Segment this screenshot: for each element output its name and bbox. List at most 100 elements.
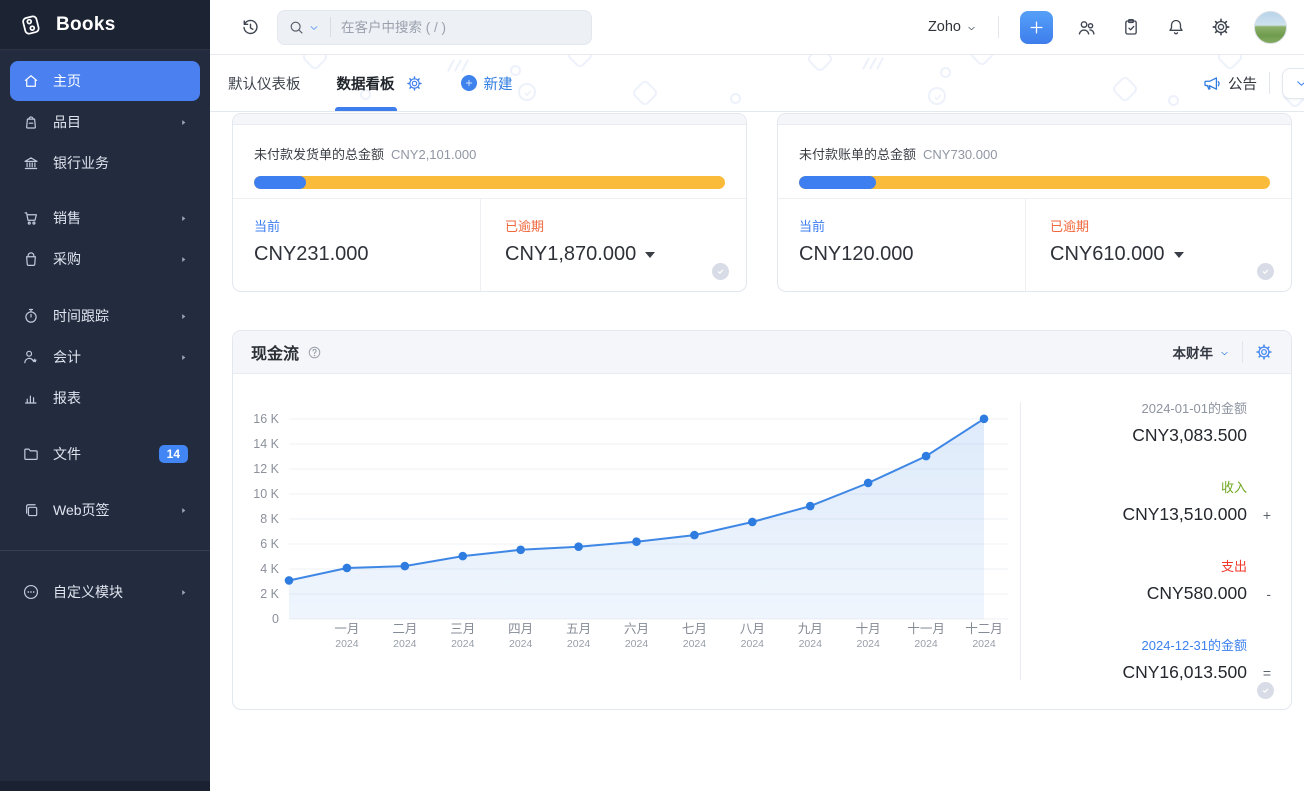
svg-text:2024: 2024 — [567, 638, 591, 650]
card-total-amount: CNY730.000 — [923, 147, 997, 162]
tab-default-dashboard[interactable]: 默认仪表板 — [226, 55, 303, 111]
dashboard-configure-icon[interactable] — [406, 75, 423, 92]
help-icon[interactable] — [307, 345, 322, 360]
unpaid-invoices-card: 未付款发货单的总金额 CNY2,101.000 当前 CNY231.000 已逾… — [232, 113, 747, 292]
clipboard-check-icon — [1121, 17, 1141, 37]
svg-text:2024: 2024 — [741, 638, 765, 650]
items-icon — [22, 113, 40, 131]
overdue-column: 已逾期 CNY1,870.000 — [480, 199, 746, 291]
incoming-label: 收入 — [1023, 477, 1247, 496]
organization-label: Zoho — [928, 19, 961, 35]
svg-text:10 K: 10 K — [253, 487, 279, 501]
sidebar-item-label: 银行业务 — [53, 153, 109, 173]
sidebar-item-label: 文件 — [53, 444, 81, 464]
notifications-button[interactable] — [1164, 15, 1188, 39]
overdue-breakdown-caret-icon[interactable] — [645, 252, 655, 258]
history-icon — [240, 17, 261, 38]
sidebar-item-label: 主页 — [53, 71, 81, 91]
sidebar-item-time-tracking[interactable]: 时间跟踪 — [10, 296, 200, 336]
search-scope-chevron-icon[interactable] — [308, 22, 320, 34]
search-icon — [288, 19, 305, 36]
organization-dropdown[interactable]: Zoho — [928, 19, 977, 35]
current-label: 当前 — [799, 216, 1025, 235]
settings-button[interactable] — [1209, 15, 1233, 39]
card-header — [233, 114, 746, 125]
cash-flow-card: 现金流 本财年 02 K4 K6 K8 K10 K12 K14 K16 K一月2… — [232, 330, 1292, 710]
opening-balance-row: 2024-01-01的金额 CNY3,083.500 — [1023, 398, 1247, 447]
current-column: 当前 CNY120.000 — [778, 199, 1025, 291]
svg-text:2024: 2024 — [451, 638, 475, 650]
header-divider — [1242, 341, 1243, 363]
sidebar-item-purchases[interactable]: 采购 — [10, 239, 200, 279]
outgoing-value: CNY580.000 — [1023, 581, 1247, 605]
referral-button[interactable] — [1074, 15, 1098, 39]
app-logo[interactable]: Books — [0, 0, 210, 50]
sidebar-item-label: 销售 — [53, 208, 81, 228]
tasks-button[interactable] — [1119, 15, 1143, 39]
sidebar-item-home[interactable]: 主页 — [10, 61, 200, 101]
sidebar-item-web-tabs[interactable]: Web页签 — [10, 490, 200, 530]
global-search[interactable] — [277, 10, 592, 45]
card-title: 未付款发货单的总金额 — [254, 144, 384, 163]
sidebar-item-label: 报表 — [53, 388, 81, 408]
svg-text:2024: 2024 — [393, 638, 417, 650]
svg-text:2024: 2024 — [972, 638, 996, 650]
tab-label: 默认仪表板 — [228, 73, 301, 94]
topbar: Zoho — [210, 0, 1304, 55]
cash-flow-title: 现金流 — [251, 340, 299, 364]
closing-balance-row: 2024-12-31的金额 CNY16,013.500 = — [1023, 635, 1247, 684]
sidebar-item-accountant[interactable]: 会计 — [10, 337, 200, 377]
user-avatar[interactable] — [1254, 11, 1287, 44]
svg-text:五月: 五月 — [566, 622, 591, 636]
fiscal-period-dropdown[interactable]: 本财年 — [1173, 342, 1231, 362]
svg-text:16 K: 16 K — [253, 412, 279, 426]
svg-text:三月: 三月 — [450, 622, 475, 636]
overdue-breakdown-caret-icon[interactable] — [1174, 252, 1184, 258]
users-icon — [1076, 17, 1097, 38]
search-input[interactable] — [341, 20, 581, 35]
new-dashboard-button[interactable]: 新建 — [461, 73, 513, 94]
documents-count-badge: 14 — [159, 445, 188, 463]
sidebar: Books 主页 品目 银行业务 销售 采购 时间跟踪 — [0, 0, 210, 791]
megaphone-icon — [1202, 74, 1221, 93]
verified-check-icon — [712, 263, 729, 280]
svg-text:2024: 2024 — [914, 638, 938, 650]
sidebar-item-reports[interactable]: 报表 — [10, 378, 200, 418]
svg-text:十二月: 十二月 — [965, 622, 1003, 636]
sidebar-item-documents[interactable]: 文件 14 — [10, 434, 200, 474]
sidebar-nav: 主页 品目 银行业务 销售 采购 时间跟踪 会计 — [0, 50, 210, 612]
sidebar-item-banking[interactable]: 银行业务 — [10, 143, 200, 183]
plus-circle-icon — [461, 75, 477, 91]
topbar-divider — [998, 16, 999, 38]
outgoing-row: 支出 CNY580.000 - — [1023, 556, 1247, 605]
svg-text:2024: 2024 — [509, 638, 533, 650]
sidebar-item-sales[interactable]: 销售 — [10, 198, 200, 238]
recent-history-button[interactable] — [238, 15, 262, 39]
chevron-down-icon — [1219, 348, 1230, 359]
announcements-button[interactable]: 公告 — [1202, 73, 1257, 94]
stopwatch-icon — [22, 307, 40, 325]
opening-balance-label: 2024-01-01的金额 — [1023, 398, 1247, 417]
chevron-right-icon — [179, 587, 188, 598]
sidebar-divider — [0, 550, 210, 551]
tab-bar-right: 公告 — [1202, 55, 1304, 111]
overdue-amount: CNY1,870.000 — [505, 243, 636, 266]
closing-balance-label: 2024-12-31的金额 — [1023, 635, 1247, 654]
cash-flow-settings-icon[interactable] — [1255, 343, 1273, 361]
svg-text:6 K: 6 K — [260, 537, 279, 551]
sidebar-item-custom-modules[interactable]: 自定义模块 — [10, 572, 200, 612]
chevron-right-icon — [179, 117, 188, 128]
sidebar-footer — [0, 781, 210, 791]
chevron-down-icon — [966, 23, 977, 34]
collapse-panel-button[interactable] — [1282, 68, 1304, 99]
gear-icon — [1211, 17, 1231, 37]
sidebar-item-items[interactable]: 品目 — [10, 102, 200, 142]
quick-create-button[interactable] — [1020, 11, 1053, 44]
dashboard-content: 未付款发货单的总金额 CNY2,101.000 当前 CNY231.000 已逾… — [210, 112, 1304, 791]
chevron-right-icon — [179, 213, 188, 224]
bank-icon — [22, 154, 40, 172]
app-title: Books — [56, 14, 116, 36]
plus-icon — [1027, 18, 1046, 37]
tab-data-dashboard[interactable]: 数据看板 — [335, 55, 397, 111]
new-dashboard-label: 新建 — [484, 73, 513, 94]
